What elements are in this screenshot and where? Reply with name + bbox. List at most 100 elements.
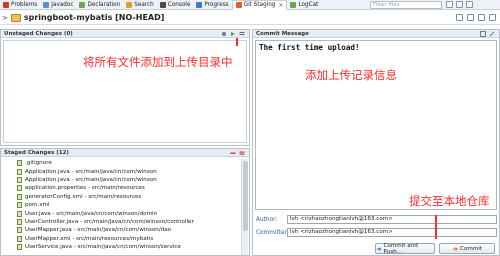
author-label: Author: [256,217,278,223]
staged-file-name: UserMapper.java - src/main/java/cn/com/w… [25,227,172,234]
scrollbar-thumb[interactable] [243,161,248,231]
stage-selected-icon[interactable] [221,31,227,37]
tab-git-staging[interactable]: Git Staging × [231,0,288,10]
refresh-icon[interactable] [456,14,463,21]
tab-git-staging-icon [235,2,242,8]
staged-file-row[interactable]: pom.xml [3,201,240,209]
staged-file-row[interactable]: Application.java - src/main/java/cn/com/… [3,167,240,175]
tab-progress[interactable]: Progress [193,0,231,10]
staged-file-name: pom.xml [25,202,50,209]
committer-field[interactable]: lvh <rizhaozhongtianlvh@163.com> [287,228,497,237]
commit-and-push-button[interactable]: Commit and Push... [375,242,435,255]
file-icon [17,235,22,242]
unstage-selected-icon[interactable] [230,150,236,156]
tab-javadoc-icon [43,1,50,8]
staged-toolbar [230,150,245,156]
unstaged-changes-title: Unstaged Changes (0) [4,30,73,37]
staged-file-name: UserService.java - src/main/java/cn/com/… [25,244,181,251]
unstaged-changes-panel: Unstaged Changes (0) 将所有文件添加到上传目录中 [0,29,250,146]
tab-logcat-icon [290,1,297,8]
committer-label: Committer: [256,230,289,236]
tab-label: LogCat [298,1,319,8]
file-icon [17,227,22,234]
link-selection-icon[interactable] [478,14,485,21]
commit-message-title: Commit Message [256,30,309,37]
minimize-icon[interactable] [456,1,463,8]
annotation-add-all-files: 将所有文件添加到上传目录中 [83,55,233,69]
staged-file-name: UserController.java - src/main/java/cn/c… [25,218,194,225]
tab-logcat[interactable]: LogCat [287,0,321,10]
staged-changes-panel: Staged Changes (12) .gitignore Applicatio… [0,148,250,256]
tab-label: Progress [204,1,229,8]
staged-file-row[interactable]: application.properties - src/main/resour… [3,184,240,192]
repository-title-bar: > springboot-mybatis [NO-HEAD] [0,11,500,25]
commit-label: Commit [460,245,482,252]
annotation-arrow-commit [435,215,437,239]
signoff-icon[interactable] [489,31,495,37]
file-icon [17,176,22,183]
tab-javadoc[interactable]: Javadoc [40,0,76,10]
commit-toolbar [480,31,495,37]
staged-file-row[interactable]: UserController.java - src/main/java/cn/c… [3,218,240,226]
staged-changes-title: Staged Changes (12) [4,149,69,156]
staged-file-row[interactable]: generatorConfig.xml - src/main/resources [3,193,240,201]
commit-message-panel: Commit Message The first time upload! 添加… [252,29,500,256]
commit-message-text: The first time upload! [259,43,360,52]
unstage-all-icon[interactable] [239,150,245,156]
unstaged-toolbar [221,31,245,37]
staged-file-name: application.properties - src/main/resour… [25,185,145,192]
commit-message-input[interactable]: The first time upload! [255,40,497,210]
file-icon [17,168,22,175]
file-icon [17,244,22,251]
maximize-icon[interactable] [466,1,473,8]
file-icon [17,160,22,167]
tab-label: Search [134,1,154,8]
file-icon [17,202,22,209]
staged-file-name: Application.java - src/main/java/cn/com/… [25,176,157,183]
staged-file-row[interactable]: .gitignore [3,159,240,167]
filter-files-input[interactable]: Filter files [370,1,442,9]
tab-progress-icon [196,1,203,8]
commit-and-push-label: Commit and Push... [383,242,418,255]
file-icon [17,210,22,217]
tab-label: Declaration [87,1,121,8]
expand-arrow-icon: > [2,13,8,22]
staged-file-name: Application.java - src/main/java/cn/com/… [25,168,157,175]
staged-file-row[interactable]: UserMapper.xml - src/main/resources/myba… [3,235,240,243]
tab-console-icon [159,1,166,8]
tab-problems-icon [3,1,9,8]
tab-label: Git Staging [243,2,276,8]
repository-title: springboot-mybatis [NO-HEAD] [23,13,165,22]
tab-search-icon [126,1,133,8]
staged-file-row[interactable]: UserService.java - src/main/java/cn/com/… [3,243,240,251]
unstaged-changes-header: Unstaged Changes (0) [1,30,249,38]
view-menu-icon[interactable] [446,1,453,8]
tab-label: Console [167,1,191,8]
file-icon [17,218,22,225]
staged-list-scrollbar[interactable] [241,159,248,255]
commit-push-icon [376,246,382,251]
commit-icon [453,246,458,251]
presentation-icon[interactable] [239,31,245,37]
compare-mode-icon[interactable] [467,14,474,21]
tab-declaration[interactable]: Declaration [76,0,123,10]
tab-problems[interactable]: Problems [0,0,40,10]
amend-icon[interactable] [480,31,486,37]
commit-button[interactable]: Commit [439,243,495,254]
staged-file-name: .gitignore [25,160,52,167]
stage-all-icon[interactable] [230,31,236,37]
annotation-add-upload-record: 添加上传记录信息 [305,68,397,82]
staged-file-list[interactable]: .gitignore Application.java - src/main/ja… [3,159,240,255]
close-tab-icon[interactable]: × [278,2,283,9]
tab-search[interactable]: Search [123,0,157,10]
staged-file-row[interactable]: User.java - src/main/java/cn/com/winson/… [3,209,240,217]
staged-file-row[interactable]: UserMapper.java - src/main/java/cn/com/w… [3,226,240,234]
view-toolbar [446,1,473,8]
tab-console[interactable]: Console [157,0,194,10]
view-menu-icon[interactable] [489,14,496,21]
staged-file-name: User.java - src/main/java/cn/com/winson/… [25,210,158,217]
staged-file-row[interactable]: Application.java - src/main/java/cn/com/… [3,176,240,184]
author-field[interactable]: lvh <rizhaozhongtianlvh@163.com> [287,215,497,224]
file-icon [17,185,22,192]
tab-label: Javadoc [51,1,74,8]
